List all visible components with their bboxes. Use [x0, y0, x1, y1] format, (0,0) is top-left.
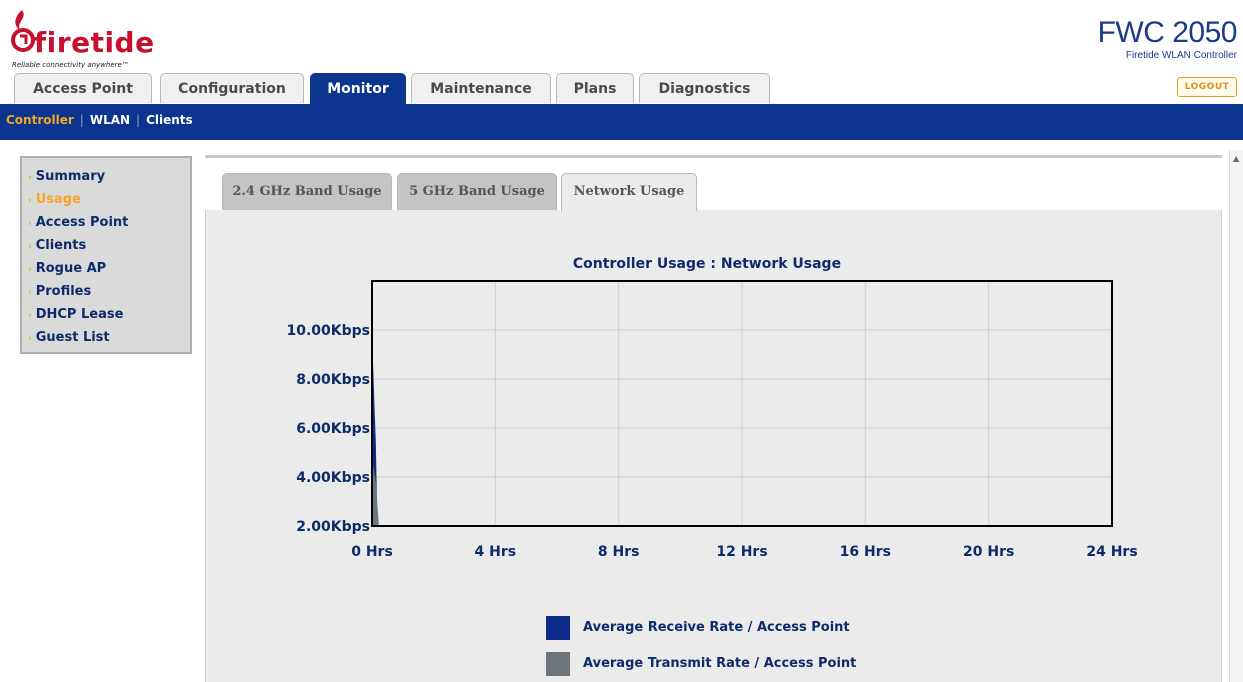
- y-tick-label: 4.00Kbps: [296, 470, 370, 486]
- vertical-scrollbar[interactable]: ▲: [1229, 150, 1243, 682]
- x-tick-label: 20 Hrs: [963, 544, 1014, 560]
- x-tick-label: 4 Hrs: [475, 544, 517, 560]
- legend-label-receive: Average Receive Rate / Access Point: [583, 620, 850, 635]
- x-tick-label: 8 Hrs: [598, 544, 640, 560]
- x-tick-label: 12 Hrs: [716, 544, 767, 560]
- y-tick-label: 8.00Kbps: [296, 372, 370, 388]
- y-tick-label: 6.00Kbps: [296, 421, 370, 437]
- x-tick-label: 0 Hrs: [351, 544, 393, 560]
- usage-chart: 2.00Kbps 4.00Kbps 6.00Kbps 8.00Kbps 10.00Kbp…: [286, 280, 1138, 560]
- x-tick-label: 24 Hrs: [1086, 544, 1137, 560]
- y-tick-label: 2.00Kbps: [296, 519, 370, 535]
- y-tick-label: 10.00Kbps: [286, 323, 370, 339]
- legend-swatch-transmit: [546, 652, 570, 676]
- legend-label-transmit: Average Transmit Rate / Access Point: [583, 656, 857, 671]
- scroll-up-icon[interactable]: ▲: [1233, 154, 1239, 163]
- legend-swatch-receive: [546, 616, 570, 640]
- x-tick-label: 16 Hrs: [840, 544, 891, 560]
